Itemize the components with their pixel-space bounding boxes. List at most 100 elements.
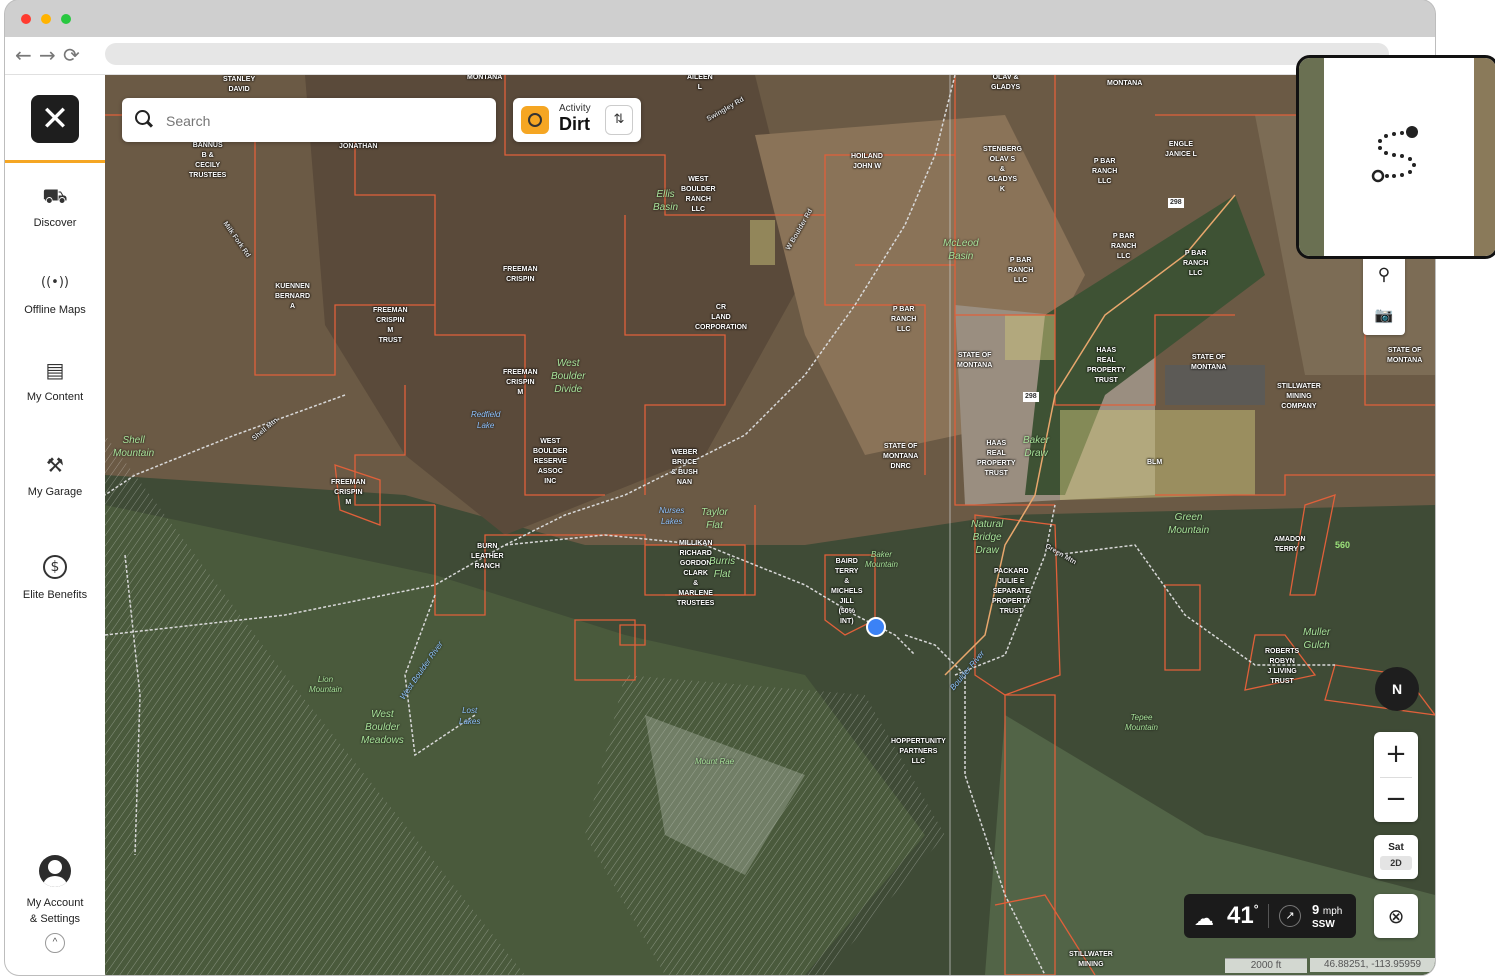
drop-pin-icon[interactable]: ⚲ [1363,255,1405,295]
chevron-up-icon[interactable]: ^ [45,933,65,953]
wind-speed: 9 mph [1312,902,1343,917]
address-bar[interactable] [105,43,1389,65]
owner-label[interactable]: WEST BOULDER RESERVE ASSOC INC [533,437,568,487]
sidebar-item-offline-maps[interactable]: ((•)) Offline Maps [5,270,105,316]
owner-label[interactable]: AMADON TERRY P [1274,535,1306,555]
activity-value: Dirt [559,114,590,134]
owner-label[interactable]: STATE OF MONTANA [1191,353,1226,373]
owner-label[interactable]: CR LAND CORPORATION [695,303,747,333]
owner-label[interactable]: BAIRD TERRY & MICHELS JILL (50% INT) [831,557,863,627]
owner-label[interactable]: AILEEN L [687,75,713,93]
owner-label[interactable]: JONATHAN [339,142,377,152]
owner-label[interactable]: STATE OF MONTANA [957,351,992,371]
owner-label[interactable]: MONTANA [1107,79,1142,89]
camera-icon[interactable]: 📷 [1363,295,1405,335]
owner-label[interactable]: OLAV & GLADYS [991,75,1020,93]
sidebar-item-my-content[interactable]: ▤ My Content [5,357,105,403]
place-label[interactable]: Ellis Basin [653,188,678,214]
forward-arrow-icon[interactable]: → [39,43,56,67]
place-label[interactable]: McLeod Basin [943,237,979,263]
owner-label[interactable]: P BAR RANCH LLC [1183,249,1208,279]
place-label[interactable]: Muller Gulch [1303,626,1330,652]
back-arrow-icon[interactable]: ← [15,43,32,67]
owner-label[interactable]: FREEMAN CRISPIN M TRUST [373,306,408,346]
water-label[interactable]: Lost Lakes [459,705,480,727]
map-terrain [105,75,1435,975]
place-label[interactable]: Mount Rae [695,755,734,768]
owner-label[interactable]: WEST BOULDER RANCH LLC [681,175,716,215]
place-label[interactable]: Natural Bridge Draw [971,518,1003,557]
place-label[interactable]: Lion Mountain [309,675,342,695]
weather-widget[interactable]: ☁ 41° ↗ 9 mph SSW [1184,894,1356,938]
place-label[interactable]: Burris Flat [709,555,735,581]
owner-label[interactable]: STATE OF MONTANA DNRC [883,442,918,472]
owner-label[interactable]: BURN LEATHER RANCH [471,542,504,572]
owner-label[interactable]: STENBERG OLAV S & GLADYS K [983,145,1022,195]
place-label[interactable]: Baker Draw [1023,434,1049,460]
owner-label[interactable]: STILLWATER MINING COMPANY [1277,382,1321,412]
water-label[interactable]: Redfield Lake [471,409,500,431]
reload-icon[interactable]: ⟳ [63,43,80,67]
owner-label[interactable]: STATE OF MONTANA [1387,346,1422,366]
owner-label[interactable]: PACKARD JULIE E SEPARATE PROPERTY TRUST [992,567,1031,617]
sidebar-item-label: My Content [26,391,84,403]
owner-label[interactable]: ROBERTS ROBYN J LIVING TRUST [1265,647,1299,687]
owner-label[interactable]: FREEMAN CRISPIN M [503,368,538,398]
owner-label[interactable]: STANLEY DAVID [223,75,255,95]
owner-label[interactable]: HOPPERTUNITY PARTNERS LLC [891,737,946,767]
basemap-layer-button[interactable]: Sat 2D [1374,835,1418,879]
sidebar-item-elite-benefits[interactable]: $ Elite Benefits [5,555,105,601]
onx-logo-icon[interactable]: ✕ [31,95,79,143]
place-label[interactable]: West Boulder Divide [551,357,585,396]
owner-label[interactable]: HOILAND JOHN W [851,152,883,172]
search-box[interactable] [122,98,496,142]
layer-type-label: Sat [1388,842,1404,853]
owner-label[interactable]: P BAR RANCH LLC [1008,256,1033,286]
owner-label[interactable]: WEBER BRUCE & BUSH NAN [671,448,698,488]
minimize-window-button[interactable] [41,14,51,24]
owner-label[interactable]: FREEMAN CRISPIN [503,265,538,285]
sidebar-item-label: Discover [33,217,77,229]
zoom-in-button[interactable]: + [1374,732,1418,777]
wind-direction-icon: ↗ [1279,905,1301,927]
sidebar-item-label: My Garage [27,486,83,498]
zoom-out-button[interactable]: − [1374,777,1418,822]
owner-label[interactable]: P BAR RANCH LLC [1111,232,1136,262]
owner-label[interactable]: HAAS REAL PROPERTY TRUST [977,439,1016,479]
satellite-map[interactable]: STANLEY DAVID MONTANA AILEEN L OLAV & GL… [105,75,1435,975]
place-label[interactable]: Green Mountain [1168,511,1209,537]
owner-label[interactable]: FREEMAN CRISPIN M [331,478,366,508]
owner-label[interactable]: KUENNEN BERNARD A [275,282,310,312]
search-input[interactable] [164,110,468,132]
close-window-button[interactable] [21,14,31,24]
owner-label[interactable]: BANNUS B & CECILY TRUSTEES [189,141,226,181]
wind-direction: SSW [1312,919,1335,930]
sidebar-item-discover[interactable]: ⛟ Discover [5,183,105,229]
owner-label[interactable]: P BAR RANCH LLC [1092,157,1117,187]
owner-label[interactable]: P BAR RANCH LLC [891,305,916,335]
owner-label[interactable]: BLM [1147,458,1162,468]
highway-shield[interactable]: 298 [1168,198,1184,208]
activity-selector[interactable]: Activity Dirt ⇅ [513,98,641,142]
place-label[interactable]: Baker Mountain [865,550,898,570]
account-settings[interactable]: My Account & Settings ^ [5,855,105,953]
place-label[interactable]: Taylor Flat [701,506,728,532]
filter-sliders-icon[interactable]: ⇅ [605,105,633,135]
locate-me-button[interactable]: ⊗ [1374,894,1418,938]
owner-label[interactable]: HAAS REAL PROPERTY TRUST [1087,346,1126,386]
compass-button[interactable]: N [1375,667,1419,711]
owner-label[interactable]: STILLWATER MINING [1069,950,1113,970]
sidebar-item-label: Elite Benefits [22,589,88,601]
highway-shield[interactable]: 298 [1023,392,1039,402]
owner-label[interactable]: ENGLE JANICE L [1165,140,1197,160]
owner-label[interactable]: MONTANA [467,75,502,83]
sidebar-item-my-garage[interactable]: ⚒ My Garage [5,452,105,498]
place-label[interactable]: West Boulder Meadows [361,708,404,747]
discover-icon: ⛟ [42,184,68,208]
zoom-window-button[interactable] [61,14,71,24]
water-label[interactable]: Nurses Lakes [659,505,684,527]
place-label[interactable]: Shell Mountain [113,434,154,460]
weather-divider [1268,904,1269,928]
cloud-rain-icon: ☁ [1194,906,1214,930]
place-label[interactable]: Tepee Mountain [1125,713,1158,733]
